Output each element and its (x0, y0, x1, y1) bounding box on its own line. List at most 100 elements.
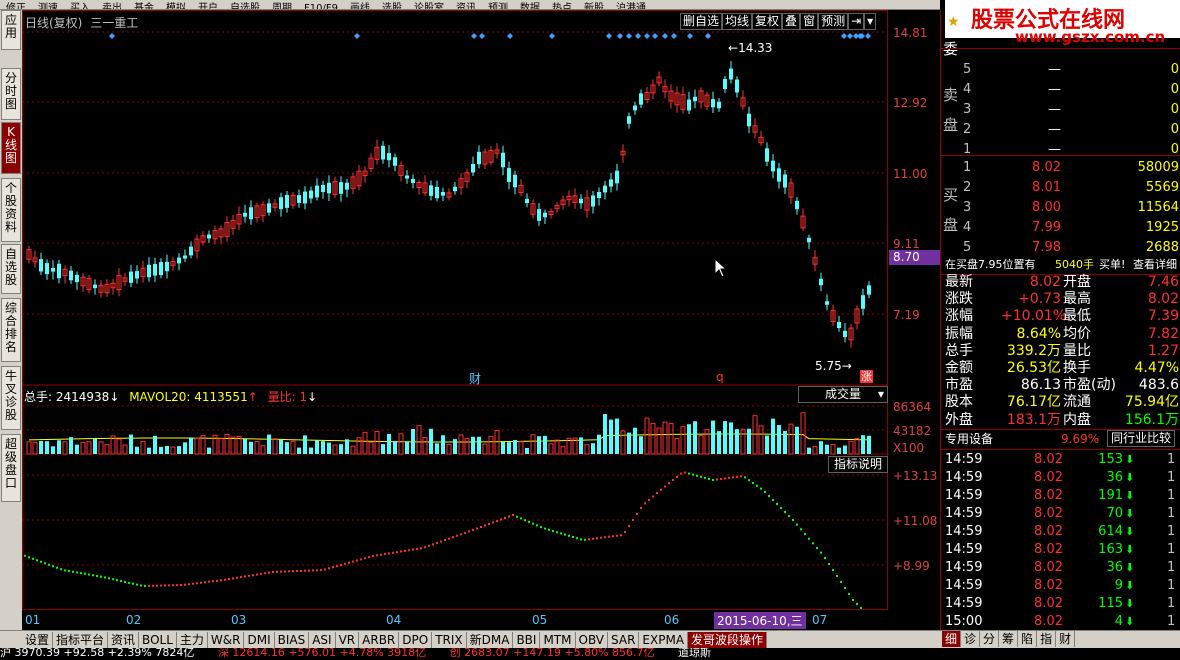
indicator-dot (320, 569, 322, 572)
indicator-tab[interactable]: 发哥波段操作 (688, 631, 768, 648)
buy-level-row[interactable]: 2 8.01 5569 (941, 178, 1180, 198)
indicator-tab[interactable]: SAR (608, 631, 640, 648)
indicator-tab[interactable]: DPO (399, 631, 433, 648)
indicator-tab[interactable]: 资讯 (108, 631, 140, 648)
left-tab[interactable]: 分时图 (1, 68, 21, 120)
indicator-dot (468, 530, 470, 533)
window-button[interactable]: 窗 (800, 13, 819, 30)
indicator-dot (632, 519, 634, 521)
indicator-tab[interactable]: 主力 (177, 631, 208, 648)
indicator-dot (828, 563, 830, 565)
ma-button[interactable]: 均线 (722, 13, 753, 30)
indicator-tab[interactable]: ASI (309, 631, 336, 648)
detail-tab[interactable]: 分 (980, 631, 1000, 647)
detail-tab[interactable]: 细 (942, 631, 962, 647)
sell-level-row[interactable]: 1—0 (941, 140, 1180, 160)
sz-index[interactable]: 深 12614.16 +576.01 +4.78% 3918亿 (218, 648, 426, 659)
indicator-tab[interactable]: ARBR (359, 631, 400, 648)
sell-level-row[interactable]: 3—0 (941, 100, 1180, 120)
indicator-tab[interactable]: OBV (576, 631, 609, 648)
finance-marker[interactable]: 财 (469, 370, 481, 387)
dropdown-icon[interactable]: ▾ (864, 13, 877, 30)
sh-index[interactable]: 沪 3970.39 +92.58 +2.39% 7824亿 (0, 648, 194, 659)
indicator-dot (284, 570, 286, 573)
left-tab[interactable]: 牛叉诊股 (1, 366, 21, 430)
adjust-button[interactable]: 复权 (752, 13, 783, 30)
left-tab[interactable]: K线图 (1, 122, 21, 174)
volume-bar (249, 441, 253, 454)
detail-tab[interactable]: 陷 (1018, 631, 1038, 647)
buy-info-row[interactable]: 在买盘7.95位置有 5040手 买单! 查看详细 (941, 255, 1180, 275)
left-tab[interactable]: 综合排名 (1, 298, 21, 362)
signal-diamond-icon (671, 33, 677, 39)
volume-bar (711, 420, 715, 454)
indicator-tab[interactable]: BIAS (275, 631, 310, 648)
tick-row: 14:59 8.02 36 ⬇ 1 (945, 470, 1176, 485)
q-marker[interactable]: q (716, 370, 724, 384)
indicator-tab[interactable]: 指标平台 (53, 631, 109, 648)
indicator-dot (492, 521, 494, 524)
star-icon: ★ (947, 14, 960, 30)
left-tab[interactable]: 应用 (1, 10, 21, 50)
indicator-tab[interactable]: BBI (513, 631, 541, 648)
dow-index[interactable]: 道琼斯 (678, 648, 711, 659)
buy-level-row[interactable]: 4 7.99 1925 (941, 218, 1180, 238)
volume-dropdown[interactable]: 成交量 ▾ (798, 386, 888, 403)
volume-bar (267, 434, 271, 454)
indicator-dot (528, 520, 530, 523)
indicator-tab[interactable]: TRIX (432, 631, 467, 648)
left-tab[interactable]: 自选股 (1, 244, 21, 294)
indicator-tab[interactable]: 新DMA (467, 631, 514, 648)
sell-level-row[interactable]: 2—0 (941, 120, 1180, 140)
indicator-tab[interactable]: BOLL (139, 631, 177, 648)
volume-bar (290, 440, 296, 455)
kline-chart[interactable] (22, 10, 888, 610)
detail-tab[interactable]: 筹 (999, 631, 1019, 647)
cy-index[interactable]: 创 2683.07 +147.19 +5.80% 856.7亿 (450, 648, 655, 659)
indicator-dot (156, 584, 158, 587)
indicator-dot (216, 579, 218, 582)
indicator-tab[interactable]: W&R (208, 631, 245, 648)
limit-up-marker[interactable]: 涨 (860, 370, 873, 383)
volume-bar (633, 427, 637, 454)
detail-tab[interactable]: 财 (1056, 631, 1076, 647)
tick-row: 14:59 8.02 614 ⬇ 1 (945, 524, 1176, 539)
industry-row[interactable]: 专用设备 9.69% 同行业比较 (941, 430, 1180, 448)
industry-compare-button[interactable]: 同行业比较 (1107, 430, 1176, 447)
indicator-dot (404, 549, 406, 552)
indicator-dot (328, 567, 330, 570)
candle-body (327, 182, 331, 194)
volume-bar (297, 447, 301, 454)
indicator-dot (412, 548, 414, 551)
buy-level-row[interactable]: 1 8.02 58009 (941, 158, 1180, 178)
sell-level-row[interactable]: 5—0 (941, 60, 1180, 80)
indicator-dot (840, 581, 842, 583)
remove-watchlist-button[interactable]: 删自选 (680, 13, 723, 30)
indicator-dot (524, 519, 526, 522)
indicator-tab[interactable]: 设置 (22, 631, 54, 648)
indicator-help-button[interactable]: 指标说明 (828, 456, 888, 473)
indicator-dot (252, 574, 254, 577)
indicator-tab[interactable]: DMI (244, 631, 275, 648)
indicator-dot (52, 565, 54, 568)
indicator-dot (68, 570, 70, 573)
tick-row: 14:59 8.02 115 ⬇ 1 (945, 596, 1176, 611)
indicator-dot (684, 471, 686, 474)
detail-tab[interactable]: 诊 (961, 631, 981, 647)
overlay-button[interactable]: 叠 (782, 13, 801, 30)
indicator-tab[interactable]: MTM (540, 631, 576, 648)
candle-body (279, 197, 283, 210)
indicator-tab[interactable]: VR (336, 631, 360, 648)
detail-tab[interactable]: 指 (1037, 631, 1057, 647)
left-tab[interactable]: 超级盘口 (1, 434, 21, 502)
volume-bar (543, 435, 547, 454)
indicator-dot (516, 515, 518, 518)
expand-icon[interactable]: ⇥ (848, 13, 865, 30)
indicator-tab[interactable]: EXPMA (639, 631, 689, 648)
left-tab[interactable]: 个股资料 (1, 178, 21, 242)
buy-level-row[interactable]: 3 8.00 11564 (941, 198, 1180, 218)
volume-bar (560, 446, 566, 455)
volume-bar (309, 447, 313, 454)
sell-level-row[interactable]: 4—0 (941, 80, 1180, 100)
forecast-button[interactable]: 预测 (818, 13, 849, 30)
